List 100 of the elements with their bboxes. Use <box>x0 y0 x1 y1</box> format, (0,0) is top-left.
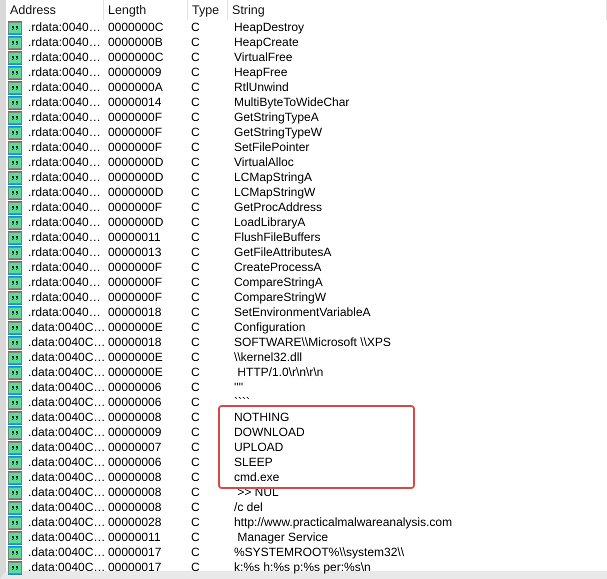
length-cell-text: 0000000C <box>107 20 164 35</box>
address-cell: .rdata:0040… <box>28 20 101 35</box>
string-cell-text: RtlUnwind <box>233 80 290 95</box>
string-icon <box>8 470 22 484</box>
type-cell-text: C <box>190 95 201 110</box>
address-cell: .rdata:0040… <box>28 95 101 110</box>
string-icon <box>8 530 22 544</box>
address-cell: .data:0040C… <box>28 425 106 440</box>
length-cell-text: 00000011 <box>107 230 162 245</box>
address-cell: .data:0040C… <box>28 320 106 335</box>
string-cell-text: NOTHING <box>233 410 290 425</box>
string-cell-text: HeapDestroy <box>233 20 306 35</box>
type-cell-text: C <box>190 410 201 425</box>
address-cell: .rdata:0040… <box>28 50 101 65</box>
length-cell-text: 00000009 <box>107 425 162 440</box>
address-cell: .data:0040C… <box>28 335 106 350</box>
length-cell-text: 0000000F <box>107 110 164 125</box>
column-header[interactable]: Address <box>6 0 104 20</box>
type-cell-text: C <box>190 50 201 65</box>
type-cell-text: C <box>190 440 201 455</box>
string-cell-text: /c del <box>233 500 264 515</box>
length-cell-text: 00000006 <box>107 455 162 470</box>
string-icon <box>8 500 22 514</box>
address-cell: .rdata:0040… <box>28 200 101 215</box>
address-cell: .rdata:0040… <box>28 65 101 80</box>
address-cell: .data:0040C… <box>28 545 106 560</box>
string-cell-text: k:%s h:%s p:%s per:%s\n <box>233 560 372 575</box>
type-cell-text: C <box>190 350 201 365</box>
address-cell: .data:0040C… <box>28 410 106 425</box>
length-cell-text: 00000006 <box>107 395 162 410</box>
address-cell: .data:0040C… <box>28 515 106 530</box>
string-cell-text: SetEnvironmentVariableA <box>233 305 372 320</box>
type-cell-text: C <box>190 230 201 245</box>
string-icon <box>8 396 22 410</box>
length-cell-text: 0000000B <box>107 35 164 50</box>
column-header[interactable]: Type <box>188 0 228 20</box>
type-cell-text: C <box>190 380 201 395</box>
string-icon <box>8 156 22 170</box>
address-cell: .rdata:0040… <box>28 80 101 95</box>
length-cell-text: 0000000F <box>107 125 164 140</box>
string-cell-text: LCMapStringA <box>233 170 314 185</box>
address-cell: .rdata:0040… <box>28 170 101 185</box>
address-cell: .rdata:0040… <box>28 215 101 230</box>
address-cell: .data:0040C… <box>28 365 106 380</box>
type-cell-text: C <box>190 260 201 275</box>
string-icon <box>8 20 22 34</box>
string-icon <box>8 200 22 214</box>
column-header[interactable]: String <box>228 0 607 20</box>
type-cell-text: C <box>190 320 201 335</box>
type-cell-text: C <box>190 215 201 230</box>
string-icon <box>8 276 22 290</box>
address-cell: .rdata:0040… <box>28 230 101 245</box>
length-cell-text: 00000008 <box>107 410 162 425</box>
string-icon <box>8 426 22 440</box>
type-cell-text: C <box>190 275 201 290</box>
length-cell-text: 00000013 <box>107 245 162 260</box>
string-cell-text: LoadLibraryA <box>233 215 306 230</box>
address-cell: .data:0040C… <box>28 470 106 485</box>
length-cell-text: 00000008 <box>107 500 162 515</box>
string-cell-text: SLEEP <box>233 455 274 470</box>
type-cell-text: C <box>190 485 201 500</box>
string-icon <box>8 306 22 320</box>
string-icon <box>8 186 22 200</box>
string-icon <box>8 410 22 424</box>
type-cell-text: C <box>190 80 201 95</box>
type-cell-text: C <box>190 20 201 35</box>
string-icon <box>8 96 22 110</box>
string-icon <box>8 380 22 394</box>
address-cell: .rdata:0040… <box>28 290 101 305</box>
string-icon <box>8 140 22 154</box>
string-cell-text: HeapCreate <box>233 35 300 50</box>
string-cell-text: VirtualFree <box>233 50 294 65</box>
length-cell-text: 00000028 <box>107 515 162 530</box>
string-cell-text: \\kernel32.dll <box>233 350 304 365</box>
type-cell-text: C <box>190 140 201 155</box>
address-cell: .rdata:0040… <box>28 140 101 155</box>
string-cell-text: HTTP/1.0\r\n\r\n <box>236 365 324 380</box>
type-cell-text: C <box>190 110 201 125</box>
string-icon <box>8 246 22 260</box>
string-cell-text: DOWNLOAD <box>233 425 306 440</box>
address-cell: .data:0040C… <box>28 455 106 470</box>
string-icon <box>8 516 22 530</box>
string-cell-text: CompareStringA <box>233 275 324 290</box>
string-cell-text: LCMapStringW <box>233 185 316 200</box>
length-cell-text: 00000014 <box>107 95 162 110</box>
length-cell-text: 00000009 <box>107 65 162 80</box>
length-cell-text: 0000000D <box>107 170 164 185</box>
length-cell-text: 0000000C <box>107 50 164 65</box>
string-cell-text: SetFilePointer <box>233 140 310 155</box>
string-icon <box>8 126 22 140</box>
string-cell-text: GetProcAddress <box>233 200 324 215</box>
length-cell-text: 0000000A <box>107 80 164 95</box>
length-cell-text: 0000000F <box>107 200 164 215</box>
string-cell-text: UPLOAD <box>233 440 284 455</box>
column-header[interactable]: Length <box>104 0 188 20</box>
string-cell-text: MultiByteToWideChar <box>233 95 350 110</box>
length-cell-text: 0000000D <box>107 185 164 200</box>
type-cell-text: C <box>190 245 201 260</box>
string-cell-text: GetStringTypeW <box>233 125 324 140</box>
address-cell: .data:0040C… <box>28 560 106 575</box>
